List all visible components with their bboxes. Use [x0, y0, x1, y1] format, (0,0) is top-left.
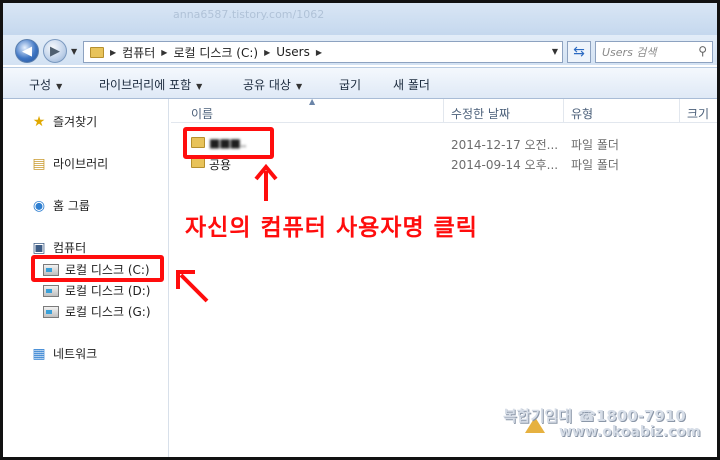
column-type[interactable]: 유형 [571, 105, 593, 122]
chevron-down-icon: ▼ [56, 82, 63, 91]
highlight-box-local-disk-c [31, 255, 164, 282]
up-arrow-annotation-icon [254, 163, 278, 201]
sidebar-item-favorites[interactable]: ★ 즐겨찾기 [31, 113, 97, 130]
share-with-button[interactable]: 공유 대상 ▼ [243, 76, 302, 93]
chevron-down-icon: ▼ [295, 82, 303, 91]
organize-button[interactable]: 구성 ▼ [29, 76, 62, 93]
sidebar-item-libraries[interactable]: ▤ 라이브러리 [31, 155, 108, 172]
title-bar-text: anna6587.tistory.com/1062 [173, 8, 325, 21]
title-bar: anna6587.tistory.com/1062 [3, 3, 717, 35]
address-bar[interactable]: ▶ 컴퓨터 ▶ 로컬 디스크 (C:) ▶ Users ▶ ▼ [83, 41, 563, 63]
new-folder-button[interactable]: 새 폴더 [393, 76, 430, 93]
column-header-row: ▲ 이름 수정한 날짜 유형 크기 [171, 97, 717, 123]
sidebar-item-label: 즐겨찾기 [53, 115, 98, 129]
folder-icon [90, 46, 104, 58]
search-input[interactable]: Users 검색 ⚲ [595, 41, 713, 63]
star-icon: ★ [32, 113, 46, 130]
breadcrumb-computer[interactable]: 컴퓨터 [122, 44, 155, 61]
file-date: 2014-09-14 오후... [451, 158, 559, 172]
library-icon: ▤ [32, 155, 46, 172]
computer-icon: ▣ [32, 239, 46, 256]
drive-icon [43, 284, 59, 297]
breadcrumb-chevron-icon[interactable]: ▶ [161, 48, 167, 57]
share-with-label: 공유 대상 [243, 78, 291, 92]
column-date-modified[interactable]: 수정한 날짜 [451, 105, 510, 122]
address-row: ◀ ▶ ▼ ▶ 컴퓨터 ▶ 로컬 디스크 (C:) ▶ Users ▶ ▼ ⇆ … [3, 35, 717, 65]
watermark-line-2: www.okoabiz.com [559, 424, 701, 440]
drive-icon [43, 305, 59, 318]
sort-ascending-icon: ▲ [309, 97, 316, 106]
sidebar-item-label: 컴퓨터 [53, 241, 87, 255]
burn-button[interactable]: 굽기 [339, 76, 361, 93]
forward-button[interactable]: ▶ [43, 39, 67, 63]
arrow-right-icon: ▶ [50, 43, 60, 59]
network-icon: ▦ [32, 345, 46, 362]
breadcrumb-users[interactable]: Users [276, 45, 310, 59]
burn-label: 굽기 [339, 78, 362, 92]
file-type: 파일 폴더 [571, 138, 619, 152]
breadcrumb-chevron-icon[interactable]: ▶ [264, 48, 270, 57]
breadcrumb-local-disk-c[interactable]: 로컬 디스크 (C:) [173, 44, 258, 61]
column-divider[interactable] [563, 99, 564, 123]
file-type: 파일 폴더 [571, 158, 619, 172]
file-date: 2014-12-17 오전... [451, 138, 559, 152]
recent-pages-dropdown[interactable]: ▼ [71, 47, 77, 56]
search-icon[interactable]: ⚲ [698, 44, 707, 58]
watermark-line-1: 복합기임대 ☎1800-7910 [503, 407, 686, 425]
explorer-window: anna6587.tistory.com/1062 ◀ ▶ ▼ ▶ 컴퓨터 ▶ … [0, 0, 720, 460]
column-divider[interactable] [679, 99, 680, 123]
sidebar-item-network[interactable]: ▦ 네트워크 [31, 345, 97, 362]
refresh-icon: ⇆ [573, 44, 585, 60]
watermark: 복합기임대 ☎1800-7910 www.okoabiz.com [503, 403, 713, 443]
annotation-caption: 자신의 컴퓨터 사용자명 클릭 [185, 215, 478, 241]
command-toolbar: 구성 ▼ 라이브러리에 포함 ▼ 공유 대상 ▼ 굽기 새 폴더 [3, 67, 717, 99]
breadcrumb-chevron-icon[interactable]: ▶ [316, 48, 322, 57]
back-button[interactable]: ◀ [15, 39, 39, 63]
sidebar-item-label: 홈 그룹 [53, 199, 90, 213]
address-dropdown-icon[interactable]: ▼ [552, 47, 558, 56]
search-placeholder: Users 검색 [602, 46, 657, 59]
breadcrumb-chevron-icon[interactable]: ▶ [110, 48, 116, 57]
column-size[interactable]: 크기 [687, 105, 709, 122]
highlight-box-user-folder [183, 127, 274, 159]
sidebar-item-homegroup[interactable]: ◉ 홈 그룹 [31, 197, 90, 214]
sidebar-item-label: 로컬 디스크 (D:) [65, 284, 151, 298]
sidebar-item-label: 로컬 디스크 (G:) [65, 305, 151, 319]
homegroup-icon: ◉ [32, 197, 46, 214]
sidebar-item-computer[interactable]: ▣ 컴퓨터 [31, 239, 86, 256]
sidebar-item-local-disk-g[interactable]: 로컬 디스크 (G:) [43, 303, 151, 320]
include-library-label: 라이브러리에 포함 [99, 78, 192, 92]
diagonal-arrow-annotation-icon [176, 270, 209, 303]
arrow-left-icon: ◀ [22, 43, 32, 59]
include-in-library-button[interactable]: 라이브러리에 포함 ▼ [99, 76, 202, 93]
new-folder-label: 새 폴더 [393, 78, 430, 92]
sidebar-item-local-disk-d[interactable]: 로컬 디스크 (D:) [43, 282, 150, 299]
chevron-down-icon: ▼ [196, 82, 203, 91]
column-name[interactable]: 이름 [191, 105, 213, 122]
column-divider[interactable] [443, 99, 444, 123]
sidebar-item-label: 네트워크 [53, 347, 98, 361]
refresh-button[interactable]: ⇆ [567, 41, 591, 63]
sidebar-item-label: 라이브러리 [53, 157, 109, 171]
organize-label: 구성 [29, 78, 52, 92]
